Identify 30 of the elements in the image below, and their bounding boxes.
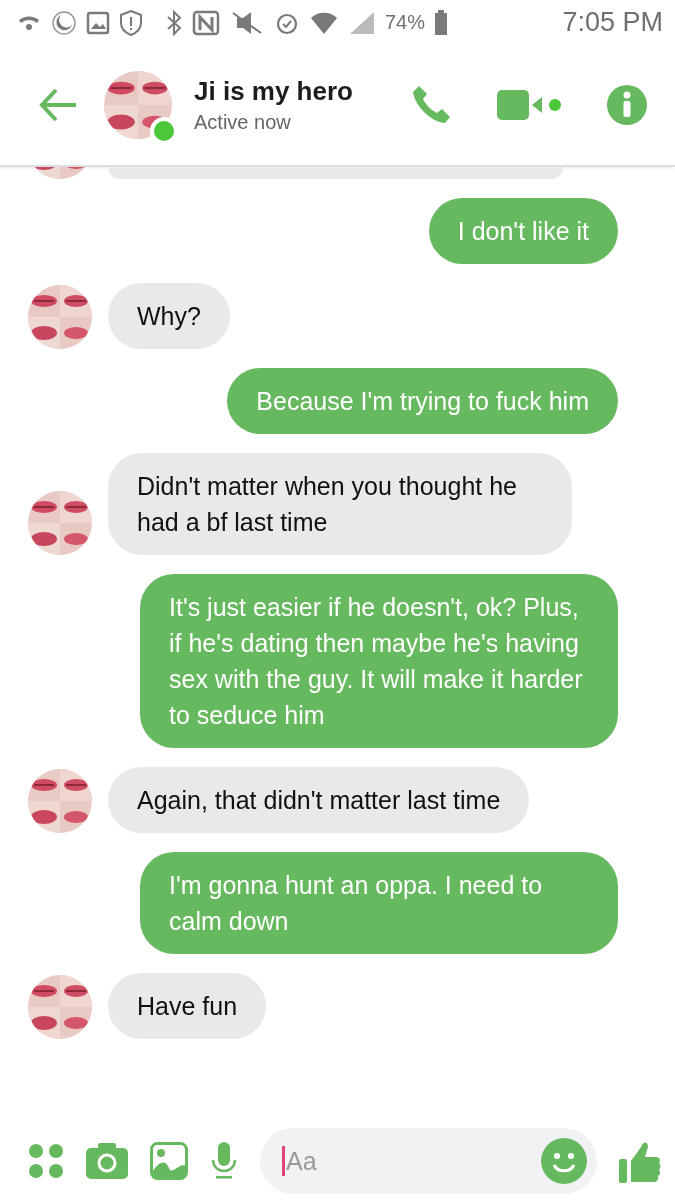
grid-icon[interactable] [28,1143,64,1179]
info-icon[interactable] [607,85,647,125]
bluetooth-icon [165,9,183,36]
sent-message: I'm gonna hunt an oppa. I need to calm down [140,852,618,954]
signal-icon [348,9,376,36]
phone-icon[interactable] [411,84,453,126]
moon-icon [51,9,77,36]
contact-name: Ji is my hero [194,76,354,107]
nfc-icon [192,9,220,36]
image-icon [86,9,110,36]
active-status: Active now [194,111,292,134]
back-arrow-icon[interactable] [38,87,78,123]
image-icon[interactable] [150,1142,188,1180]
received-message: Didn't matter when you thought he had a bf last time [108,453,572,555]
received-message: Have fun [108,973,267,1039]
battery-percent: 74% [385,11,426,34]
received-message: Why? [108,283,230,349]
shield-alert-icon [119,9,143,36]
clock-time: 7:05 PM [562,7,663,38]
emoji-icon[interactable] [541,1138,587,1184]
camera-icon[interactable] [86,1143,128,1179]
sent-message: It's just easier if he doesn't, ok? Plus, if he's dating then maybe he's having sex with the guy. It will make it harder to seduce him [140,574,618,748]
battery-icon [434,9,449,36]
video-camera-icon[interactable] [497,88,563,122]
microphone-icon[interactable] [210,1142,238,1180]
sent-message: Because I'm trying to fuck him [227,368,618,434]
sent-message: I don't like it [428,198,618,264]
message-field[interactable]: Aa [260,1128,597,1194]
text-cursor [282,1146,285,1176]
received-message: Again, that didn't matter last time [108,767,530,833]
